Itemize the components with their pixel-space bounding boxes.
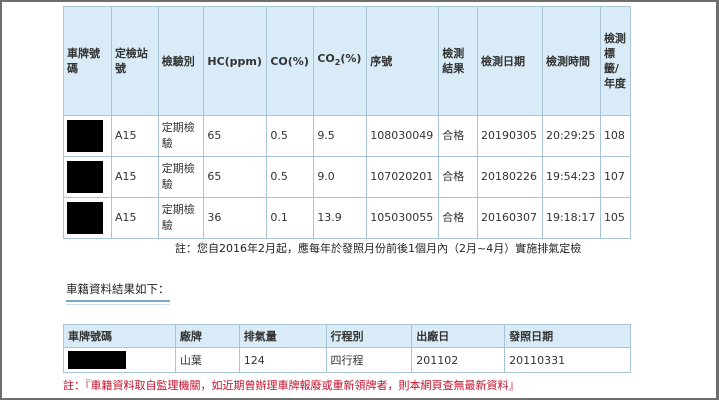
vehicle-note: 註：『車籍資料取自監理機關，如近期曾辦理車牌報廢或重新領牌者，則本網頁查無最新資…	[63, 379, 520, 392]
redaction-box	[67, 161, 103, 193]
cell-hc: 36	[203, 197, 268, 239]
table-row: A15 定期檢驗 65 0.5 9.0 107020201 合格 2018022…	[63, 156, 632, 198]
col-label-year: 檢測標籤/年度	[599, 6, 632, 116]
col-brand: 廠牌	[174, 324, 240, 348]
cell-result: 合格	[438, 197, 478, 239]
cell-date: 20190305	[477, 115, 543, 157]
col-hc: HC(ppm)	[203, 6, 268, 116]
plate-redacted	[63, 115, 112, 157]
col-plate: 車牌號碼	[63, 6, 112, 116]
cell-year: 107	[599, 156, 632, 198]
cell-type: 定期檢驗	[157, 115, 205, 157]
cell-co2: 9.0	[313, 156, 368, 198]
cell-time: 20:29:25	[541, 115, 601, 157]
col-date: 檢測日期	[477, 6, 543, 116]
cell-hc: 65	[203, 115, 268, 157]
cell-type: 定期檢驗	[157, 197, 205, 239]
inspection-header-row: 車牌號碼 定檢站號 檢驗別 HC(ppm) CO(%) CO2(%) 序號 檢測…	[63, 6, 632, 116]
table-row: 山葉 124 四行程 201102 20110331	[63, 347, 631, 373]
cell-issue-date: 20110331	[504, 347, 631, 373]
cell-serial: 108030049	[366, 115, 440, 157]
col-factory-date: 出廠日	[411, 324, 506, 348]
cell-year: 105	[599, 197, 632, 239]
cell-factory-date: 201102	[411, 347, 506, 373]
cell-year: 108	[599, 115, 632, 157]
cell-station: A15	[110, 197, 159, 239]
vehicle-section-title: 車籍資料結果如下：	[66, 281, 170, 305]
redaction-box	[67, 120, 103, 152]
cell-brand: 山葉	[174, 347, 240, 373]
cell-co: 0.5	[266, 156, 315, 198]
cell-co2: 13.9	[313, 197, 368, 239]
cell-result: 合格	[438, 115, 478, 157]
cell-co: 0.1	[266, 197, 315, 239]
vehicle-table: 車牌號碼 廠牌 排氣量 行程別 出廠日 發照日期 山葉 124 四行程 2011…	[63, 324, 631, 373]
inspection-table: 車牌號碼 定檢站號 檢驗別 HC(ppm) CO(%) CO2(%) 序號 檢測…	[63, 6, 632, 239]
cell-serial: 107020201	[366, 156, 440, 198]
cell-station: A15	[110, 115, 159, 157]
col-time: 檢測時間	[541, 6, 601, 116]
plate-redacted	[63, 197, 112, 239]
vehicle-header-row: 車牌號碼 廠牌 排氣量 行程別 出廠日 發照日期	[63, 324, 631, 348]
cell-time: 19:18:17	[541, 197, 601, 239]
col-serial: 序號	[366, 6, 440, 116]
table-row: A15 定期檢驗 36 0.1 13.9 105030055 合格 201603…	[63, 197, 632, 239]
col-plate: 車牌號碼	[63, 324, 176, 348]
cell-date: 20160307	[477, 197, 543, 239]
cell-station: A15	[110, 156, 159, 198]
col-co2: CO2(%)	[313, 6, 368, 116]
col-issue-date: 發照日期	[504, 324, 631, 348]
cell-type: 定期檢驗	[157, 156, 205, 198]
cell-hc: 65	[203, 156, 268, 198]
cell-displacement: 124	[238, 347, 327, 373]
col-result: 檢測結果	[438, 6, 478, 116]
col-stroke: 行程別	[325, 324, 413, 348]
col-type: 檢驗別	[157, 6, 205, 116]
col-co: CO(%)	[266, 6, 315, 116]
cell-time: 19:54:23	[541, 156, 601, 198]
cell-co: 0.5	[266, 115, 315, 157]
col-station: 定檢站號	[110, 6, 159, 116]
plate-redacted	[63, 156, 112, 198]
redaction-box	[68, 351, 126, 369]
cell-date: 20180226	[477, 156, 543, 198]
cell-stroke: 四行程	[325, 347, 413, 373]
col-displacement: 排氣量	[238, 324, 327, 348]
inspection-note: 註：您自2016年2月起，應每年於發照月份前後1個月內（2月~4月）實施排氣定檢	[175, 242, 582, 255]
cell-co2: 9.5	[313, 115, 368, 157]
redaction-box	[67, 202, 103, 234]
plate-redacted	[63, 347, 176, 373]
cell-serial: 105030055	[366, 197, 440, 239]
cell-result: 合格	[438, 156, 478, 198]
table-row: A15 定期檢驗 65 0.5 9.5 108030049 合格 2019030…	[63, 115, 632, 157]
